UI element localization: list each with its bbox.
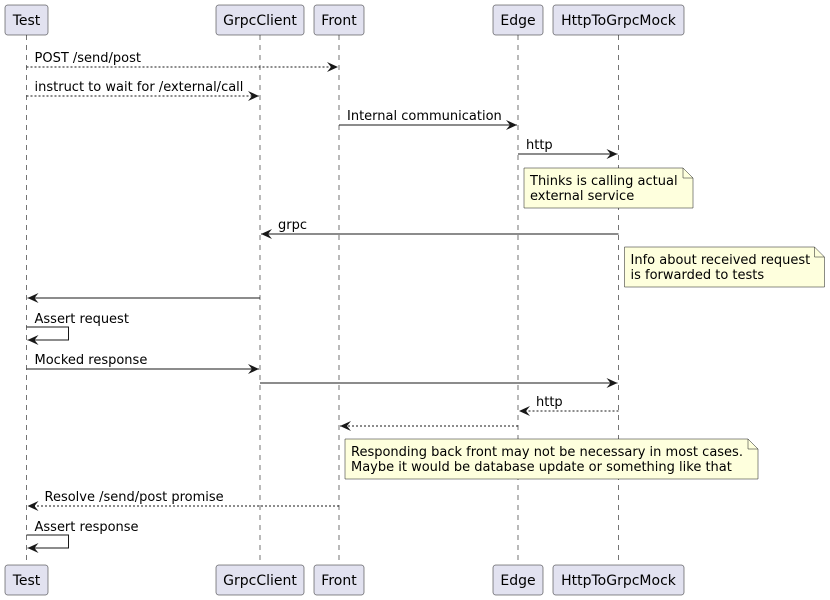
participant-label: Front (321, 13, 357, 29)
message-label: Mocked response (35, 353, 148, 368)
participant-test-bottom[interactable]: Test (4, 564, 49, 596)
participant-edge-top[interactable]: Edge (492, 4, 544, 36)
note-line: is forwarded to tests (631, 268, 765, 283)
participant-label: GrpcClient (223, 13, 297, 29)
note-line: Thinks is calling actual (529, 174, 678, 189)
message-test-to-front: POST /send/post (26, 51, 338, 72)
note-front: Responding back front may not be necessa… (344, 438, 759, 480)
participant-label: Test (12, 573, 41, 589)
participant-test-top[interactable]: Test (4, 4, 49, 36)
participant-label: Edge (500, 13, 535, 29)
message-mock-to-edge: http (519, 395, 619, 416)
participant-front-top[interactable]: Front (313, 4, 365, 36)
note-line: external service (530, 189, 634, 204)
note-line: Maybe it would be database update or som… (351, 460, 732, 475)
message-front-to-edge: Internal communication (339, 109, 517, 130)
self-message-test: Assert response (26, 520, 139, 553)
participant-mock-top[interactable]: HttpToGrpcMock (552, 4, 685, 36)
participant-edge-bottom[interactable]: Edge (492, 564, 544, 596)
message-label: Assert request (35, 312, 129, 327)
participant-label: Front (321, 573, 357, 589)
message-label: POST /send/post (35, 51, 142, 66)
note-line: Info about received request (631, 253, 811, 268)
participant-label: HttpToGrpcMock (561, 13, 677, 29)
message-label: Assert response (35, 520, 139, 535)
message-label: http (536, 395, 563, 410)
participant-label: GrpcClient (223, 573, 297, 589)
note-mock: Info about received requestis forwarded … (624, 246, 825, 288)
participant-front-bottom[interactable]: Front (313, 564, 365, 596)
message-mock-to-grpcclient: grpc (261, 218, 619, 239)
participant-label: HttpToGrpcMock (561, 573, 677, 589)
participant-label: Test (12, 13, 41, 29)
note-line: Responding back front may not be necessa… (351, 445, 743, 460)
message-label: Internal communication (347, 109, 502, 124)
message-front-to-test: Resolve /send/post promise (27, 490, 339, 511)
message-edge-to-mock: http (518, 138, 618, 159)
participant-mock-bottom[interactable]: HttpToGrpcMock (552, 564, 685, 596)
note-edge: Thinks is calling actualexternal service (523, 167, 694, 209)
message-label: http (526, 138, 553, 153)
message-test-to-grpcclient: Mocked response (26, 353, 259, 374)
participant-grpcclient-bottom[interactable]: GrpcClient (215, 564, 305, 596)
message-label: grpc (278, 218, 307, 233)
participant-grpcclient-top[interactable]: GrpcClient (215, 4, 305, 36)
self-message-test: Assert request (26, 312, 129, 345)
message-test-to-grpcclient: instruct to wait for /external/call (26, 80, 259, 101)
participant-label: Edge (500, 573, 535, 589)
self-message-arrow (26, 326, 69, 345)
message-label: Resolve /send/post promise (45, 490, 224, 505)
self-message-arrow (26, 534, 69, 553)
sequence-diagram: Test GrpcClient Front Edge HttpToGrpcMock Te… (4, 4, 825, 596)
message-label: instruct to wait for /external/call (35, 80, 244, 95)
